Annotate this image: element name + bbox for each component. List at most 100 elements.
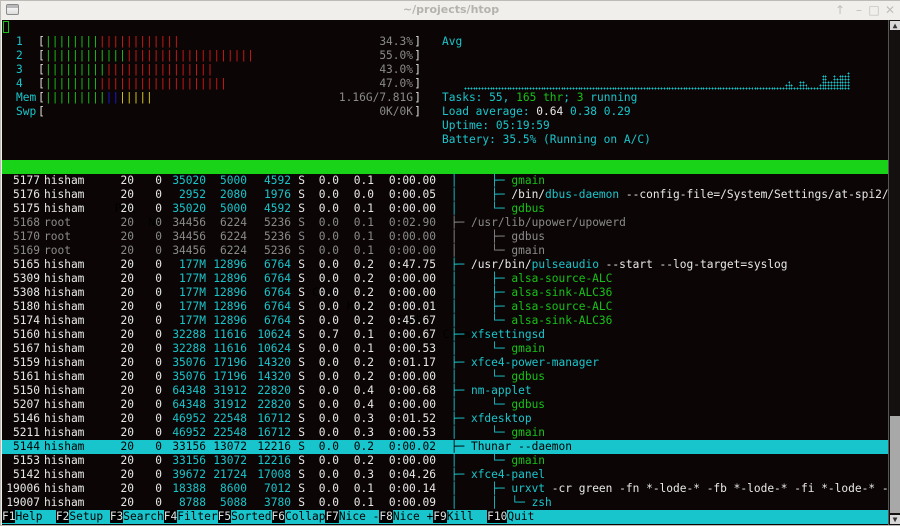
process-row[interactable]: 5167 hisham 20 0 32288 11616 10624 S 0.0 0.1 0:00.… [2, 342, 888, 356]
process-row[interactable]: 5170 root 20 0 34456 6224 5236 S 0.0 0.1 0:00.00 │… [2, 230, 888, 244]
cell-cpu: 0.0 [318, 440, 339, 453]
cell-cpu: 0.0 [318, 482, 339, 495]
cpu-system-bar: |||||||||||||||| [105, 63, 214, 76]
minimize-icon[interactable]: – [852, 3, 866, 17]
load-label: Load average: [442, 105, 537, 118]
fkey-f4[interactable]: F4Filter [163, 510, 218, 523]
cell-pid: 19006 [6, 482, 40, 495]
command-name: xfdesktop [470, 412, 532, 425]
process-row[interactable]: 5146 hisham 20 0 46952 22548 16712 S 0.0 0.3 0:01.… [2, 412, 888, 426]
cell-time: 0:00.00 [388, 174, 436, 187]
cell-cpu: 0.0 [318, 202, 339, 215]
window-title: ~/projects/htop [402, 3, 500, 16]
command-name: pulseaudio [531, 258, 599, 271]
fkey-f6[interactable]: F6Collap [271, 510, 326, 523]
scroll-down-icon[interactable]: ▼ [890, 515, 900, 524]
process-row[interactable]: 5160 hisham 20 0 32288 11616 10624 S 0.7 0.1 0:00.… [2, 328, 888, 342]
process-row[interactable]: 5142 hisham 20 0 39672 21724 17008 S 0.0 0.3 0:04.… [2, 468, 888, 482]
cpu-system-bar: ||||||||||||||||||| [125, 49, 254, 62]
cell-res: 12896 [213, 258, 247, 271]
cell-pid: 5142 [13, 468, 40, 481]
process-row[interactable]: 5177 hisham 20 0 35020 5000 4592 S 0.0 0.1 0:00.00… [2, 174, 888, 188]
process-row[interactable]: 19006 hisham 20 0 18388 8600 7012 S 0.0 0.1 0:00.1… [2, 482, 888, 496]
process-row[interactable]: 5180 hisham 20 0 177M 12896 6764 S 0.0 0.2 0:00.01… [2, 300, 888, 314]
cell-pid: 5308 [13, 286, 40, 299]
scrollbar-thumb[interactable] [890, 416, 900, 513]
cell-mem: 0.2 [353, 454, 374, 467]
command-name: Thunar [470, 440, 512, 453]
cell-command: │ ├─ gdbus [444, 230, 545, 244]
cell-state: S [298, 328, 305, 341]
process-row[interactable]: 5144 hisham 20 0 33156 13072 12216 S 0.0 0.2 0:00.… [2, 440, 888, 454]
cpu-system-bar: ||||||||||||||||||| [98, 77, 227, 90]
cell-ni: 0 [155, 496, 162, 509]
cell-cpu: 0.0 [318, 384, 339, 397]
cell-ni: 0 [155, 258, 162, 271]
fkey-action: Help [15, 510, 56, 523]
cell-pri: 20 [120, 426, 134, 439]
process-row[interactable]: 5308 hisham 20 0 177M 12896 6764 S 0.0 0.2 0:00.00… [2, 286, 888, 300]
cell-pri: 20 [120, 174, 134, 187]
cell-virt: 34456 [172, 216, 206, 229]
tree-branch: ├─ [444, 328, 471, 341]
title-bar[interactable]: ~/projects/htop ↑ – □ ✕ [1, 1, 900, 20]
cell-state: S [298, 300, 305, 313]
scroll-up-icon[interactable]: ▲ [890, 21, 900, 30]
cell-mem: 0.2 [353, 356, 374, 369]
fkey-f7[interactable]: F7Nice - [325, 510, 380, 523]
process-row[interactable]: 5175 hisham 20 0 35020 5000 4592 S 0.0 0.1 0:00.00… [2, 202, 888, 216]
scrollbar[interactable]: ▲ ▼ [888, 20, 900, 525]
cell-ni: 0 [155, 216, 162, 229]
cell-pid: 5160 [13, 328, 40, 341]
cell-ni: 0 [155, 328, 162, 341]
process-row[interactable]: 5150 hisham 20 0 64348 31912 22820 S 0.0 0.4 0:00.… [2, 384, 888, 398]
cell-user: hisham [44, 342, 85, 355]
maximize-icon[interactable]: □ [867, 3, 881, 17]
cpu-meter: 1[|||||||||||||||||||| 34.3%] [16, 35, 421, 49]
cell-mem: 0.4 [353, 384, 374, 397]
cell-pid: 5161 [13, 370, 40, 383]
fkey-f10[interactable]: F10Quit [487, 510, 535, 523]
process-row[interactable]: 5174 hisham 20 0 177M 12896 6764 S 0.0 0.2 0:45.67… [2, 314, 888, 328]
mem-buffers-bar: || [105, 91, 120, 104]
cell-pri: 20 [120, 202, 134, 215]
tree-branch: ├─ [444, 216, 471, 229]
cell-mem: 0.2 [353, 300, 374, 313]
fkey-f2[interactable]: F2Setup [55, 510, 110, 523]
fkey-label: F6 [271, 510, 286, 523]
cell-res: 6224 [220, 244, 247, 257]
cell-virt: 177M [179, 286, 206, 299]
fkey-f8[interactable]: F8Nice + [379, 510, 434, 523]
cell-command: ├─ xfsettingsd [444, 328, 545, 342]
fkey-f9[interactable]: F9Kill [433, 510, 488, 523]
process-row[interactable]: 5211 hisham 20 0 46952 22548 16712 S 0.0 0.3 0:00.… [2, 426, 888, 440]
cpu-usage-bar: ||||||||||||||||||||||||||||||| [45, 49, 254, 63]
process-row[interactable]: 5161 hisham 20 0 35076 17196 14320 S 0.0 0.2 0:00.… [2, 370, 888, 384]
process-row[interactable]: 5159 hisham 20 0 35076 17196 14320 S 0.0 0.2 0:01.… [2, 356, 888, 370]
cell-cpu: 0.0 [318, 272, 339, 285]
process-row[interactable]: 5309 hisham 20 0 177M 12896 6764 S 0.0 0.2 0:00.00… [2, 272, 888, 286]
cell-shr: 4592 [264, 202, 291, 215]
process-row[interactable]: 5207 hisham 20 0 64348 31912 22820 S 0.0 0.4 0:00.… [2, 398, 888, 412]
command-name: zsh [531, 496, 552, 509]
tree-branch: │ ├─ [444, 482, 512, 495]
process-row[interactable]: 5169 root 20 0 34456 6224 5236 S 0.0 0.1 0:00.00 │… [2, 244, 888, 258]
process-row[interactable]: 5153 hisham 20 0 33156 13072 12216 S 0.0 0.2 0:00.… [2, 454, 888, 468]
close-icon[interactable]: ✕ [883, 3, 897, 17]
command-name: gmain [511, 454, 546, 467]
fkey-f3[interactable]: F3Search [109, 510, 164, 523]
process-row[interactable]: 5176 hisham 20 0 2952 2080 1976 S 0.0 0.0 0:00.05 … [2, 188, 888, 202]
process-row[interactable]: 5168 root 20 0 34456 6224 5236 S 0.0 0.1 0:02.90 ├… [2, 216, 888, 230]
tree-branch: │ └─ [444, 426, 512, 439]
fkey-f5[interactable]: F5Sorted [217, 510, 272, 523]
htop-terminal[interactable]: 1[|||||||||||||||||||| 34.3%] 2[||||||||||… [2, 20, 888, 525]
fkey-label: F3 [109, 510, 124, 523]
process-row[interactable]: 19007 hisham 20 0 8788 5088 3780 S 0.0 0.1 0:00.09… [2, 496, 888, 510]
process-row[interactable]: 5165 hisham 20 0 177M 12896 6764 S 0.0 0.2 0:47.75… [2, 258, 888, 272]
always-on-top-icon[interactable]: ↑ [833, 3, 847, 17]
cell-command: │ │ └─ zsh [444, 496, 552, 510]
tree-branch: │ └─ [444, 342, 512, 355]
fkey-f1[interactable]: F1Help [2, 510, 56, 523]
cell-cpu: 0.0 [318, 454, 339, 467]
cell-cpu: 0.0 [318, 216, 339, 229]
